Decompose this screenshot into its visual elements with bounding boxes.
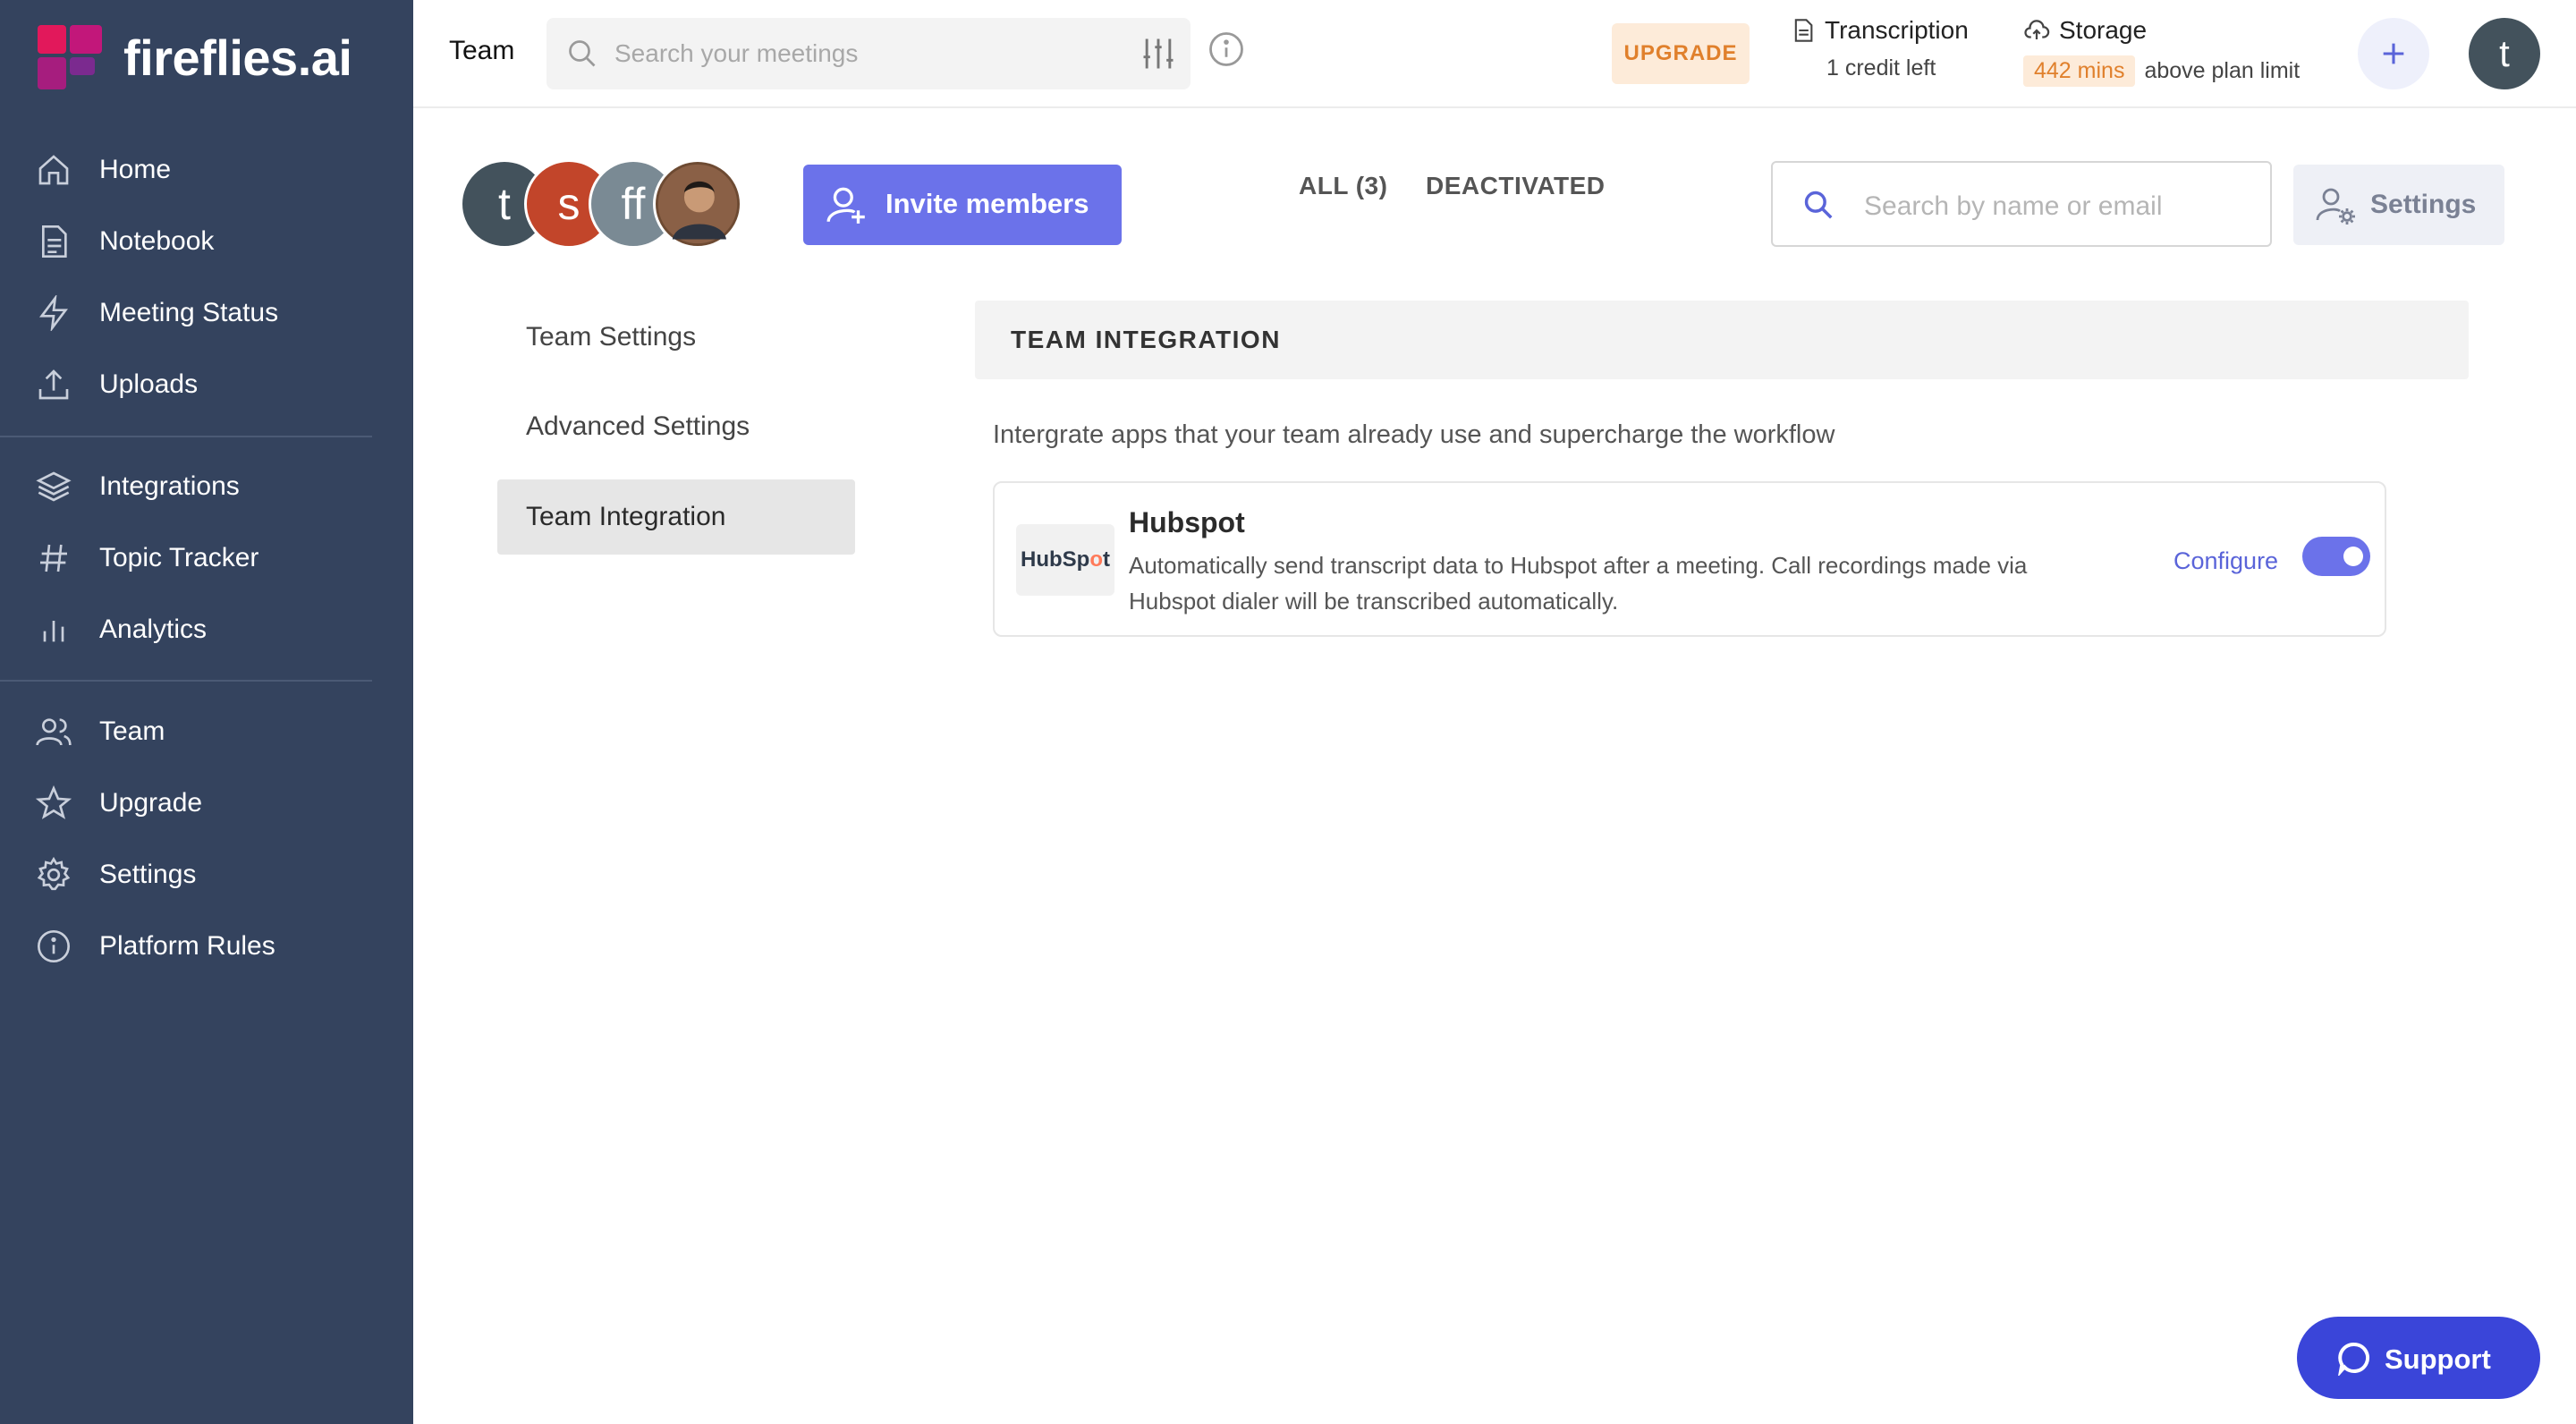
gear-icon xyxy=(36,856,72,893)
brand-logo[interactable]: fireflies.ai xyxy=(38,25,352,89)
sidebar-item-meeting-status[interactable]: Meeting Status xyxy=(0,284,413,342)
team-settings-button[interactable]: Settings xyxy=(2293,165,2504,245)
chat-bubble-icon xyxy=(2338,1342,2369,1376)
sidebar-item-label: Team xyxy=(99,716,165,746)
lightning-icon xyxy=(36,293,72,333)
sidebar-item-label: Upgrade xyxy=(99,788,203,818)
configure-link[interactable]: Configure xyxy=(2174,547,2278,575)
submenu-team-settings[interactable]: Team Settings xyxy=(497,300,855,375)
support-label: Support xyxy=(2385,1343,2491,1375)
member-search-input[interactable]: Search by name or email xyxy=(1771,161,2272,247)
invite-members-label: Invite members xyxy=(886,188,1089,219)
sidebar-item-platform-rules[interactable]: Platform Rules xyxy=(0,918,413,975)
star-icon xyxy=(35,784,72,821)
search-placeholder: Search your meetings xyxy=(614,39,859,67)
submenu-team-integration[interactable]: Team Integration xyxy=(497,479,855,555)
sidebar-item-label: Integrations xyxy=(99,471,240,501)
logo-text: o xyxy=(1089,547,1103,572)
integration-name: Hubspot xyxy=(1129,506,1245,538)
sidebar-item-label: Notebook xyxy=(99,226,215,256)
sidebar-item-analytics[interactable]: Analytics xyxy=(0,601,413,658)
tab-all[interactable]: ALL (3) xyxy=(1299,172,1387,200)
page-title: Team xyxy=(449,36,515,65)
sidebar-item-upgrade[interactable]: Upgrade xyxy=(0,775,413,832)
sidebar-divider xyxy=(0,680,372,682)
member-search-placeholder: Search by name or email xyxy=(1864,191,2163,221)
sidebar-item-uploads[interactable]: Uploads xyxy=(0,356,413,413)
cloud-upload-icon xyxy=(2024,20,2050,39)
top-bar: Team Search your meetings UPGRADE Transc… xyxy=(413,0,2576,108)
plus-icon xyxy=(2383,43,2404,64)
sidebar-divider xyxy=(0,436,372,437)
info-icon[interactable] xyxy=(1208,30,1245,68)
sidebar-item-label: Uploads xyxy=(99,369,199,399)
sidebar-item-team[interactable]: Team xyxy=(0,703,413,760)
storage-minutes-badge: 442 mins xyxy=(2023,55,2136,87)
search-icon xyxy=(1804,191,1833,219)
invite-members-button[interactable]: Invite members xyxy=(803,165,1122,245)
toggle-knob xyxy=(2343,547,2363,566)
upgrade-button[interactable]: UPGRADE xyxy=(1612,23,1750,84)
sidebar-item-topic-tracker[interactable]: Topic Tracker xyxy=(0,530,413,587)
sidebar-item-label: Home xyxy=(99,155,172,184)
sidebar-item-notebook[interactable]: Notebook xyxy=(0,213,413,270)
app-root: fireflies.ai Home Notebook Meeting Statu… xyxy=(0,0,2576,1424)
layers-icon xyxy=(36,469,72,504)
panel-title: TEAM INTEGRATION xyxy=(1011,326,1281,353)
sidebar-item-label: Platform Rules xyxy=(99,931,275,961)
hubspot-logo: HubSp o t xyxy=(1016,524,1114,596)
tab-deactivated[interactable]: DEACTIVATED xyxy=(1426,172,1605,200)
add-user-icon xyxy=(826,187,865,224)
upload-icon xyxy=(36,367,72,403)
home-icon xyxy=(36,152,72,188)
user-avatar[interactable]: t xyxy=(2469,18,2540,89)
integration-toggle[interactable] xyxy=(2302,537,2370,576)
sidebar: fireflies.ai Home Notebook Meeting Statu… xyxy=(0,0,413,1424)
transcription-credits-left: 1 credit left xyxy=(1826,55,1936,81)
user-gear-icon xyxy=(2316,188,2355,225)
document-icon xyxy=(1794,19,1813,42)
member-avatars: t s ff xyxy=(460,159,755,249)
logo-text: t xyxy=(1103,547,1110,572)
logo-text: HubSp xyxy=(1021,547,1090,572)
fireflies-logo-icon xyxy=(38,25,102,89)
brand-name: fireflies.ai xyxy=(123,29,352,86)
sidebar-item-label: Analytics xyxy=(99,615,208,644)
integration-card-hubspot: HubSp o t Hubspot Automatically send trans… xyxy=(993,481,2386,637)
filter-sliders-icon[interactable] xyxy=(1139,34,1178,73)
transcription-credits: Transcription 1 credit left xyxy=(1791,16,1987,81)
info-icon xyxy=(36,928,72,964)
settings-button-label: Settings xyxy=(2370,190,2477,219)
storage-note: above plan limit xyxy=(2144,58,2301,83)
sidebar-item-settings[interactable]: Settings xyxy=(0,846,413,903)
panel-description: Intergrate apps that your team already u… xyxy=(993,420,1835,449)
sidebar-item-home[interactable]: Home xyxy=(0,141,413,199)
support-button[interactable]: Support xyxy=(2297,1317,2540,1399)
panel-header: TEAM INTEGRATION xyxy=(975,301,2469,379)
submenu-label: Advanced Settings xyxy=(526,411,750,441)
notebook-icon xyxy=(36,224,72,259)
transcription-title: Transcription xyxy=(1825,16,1969,44)
sidebar-item-integrations[interactable]: Integrations xyxy=(0,458,413,515)
users-icon xyxy=(36,714,72,750)
person-photo-icon xyxy=(657,164,738,244)
sidebar-item-label: Meeting Status xyxy=(99,298,279,327)
hash-icon xyxy=(36,540,72,576)
bar-chart-icon xyxy=(36,612,72,648)
member-photo-avatar[interactable] xyxy=(653,159,742,249)
add-button[interactable] xyxy=(2358,18,2429,89)
integration-description: Automatically send transcript data to Hu… xyxy=(1129,552,2028,615)
meeting-search-input[interactable]: Search your meetings xyxy=(547,18,1191,89)
submenu-label: Team Integration xyxy=(526,502,726,531)
submenu-label: Team Settings xyxy=(526,322,697,352)
search-icon xyxy=(569,40,596,67)
storage-title: Storage xyxy=(2059,16,2148,44)
sidebar-item-label: Topic Tracker xyxy=(99,543,259,572)
sidebar-item-label: Settings xyxy=(99,860,197,889)
submenu-advanced-settings[interactable]: Advanced Settings xyxy=(497,389,855,464)
storage-usage: Storage 442 mins above plan limit xyxy=(2023,16,2381,87)
